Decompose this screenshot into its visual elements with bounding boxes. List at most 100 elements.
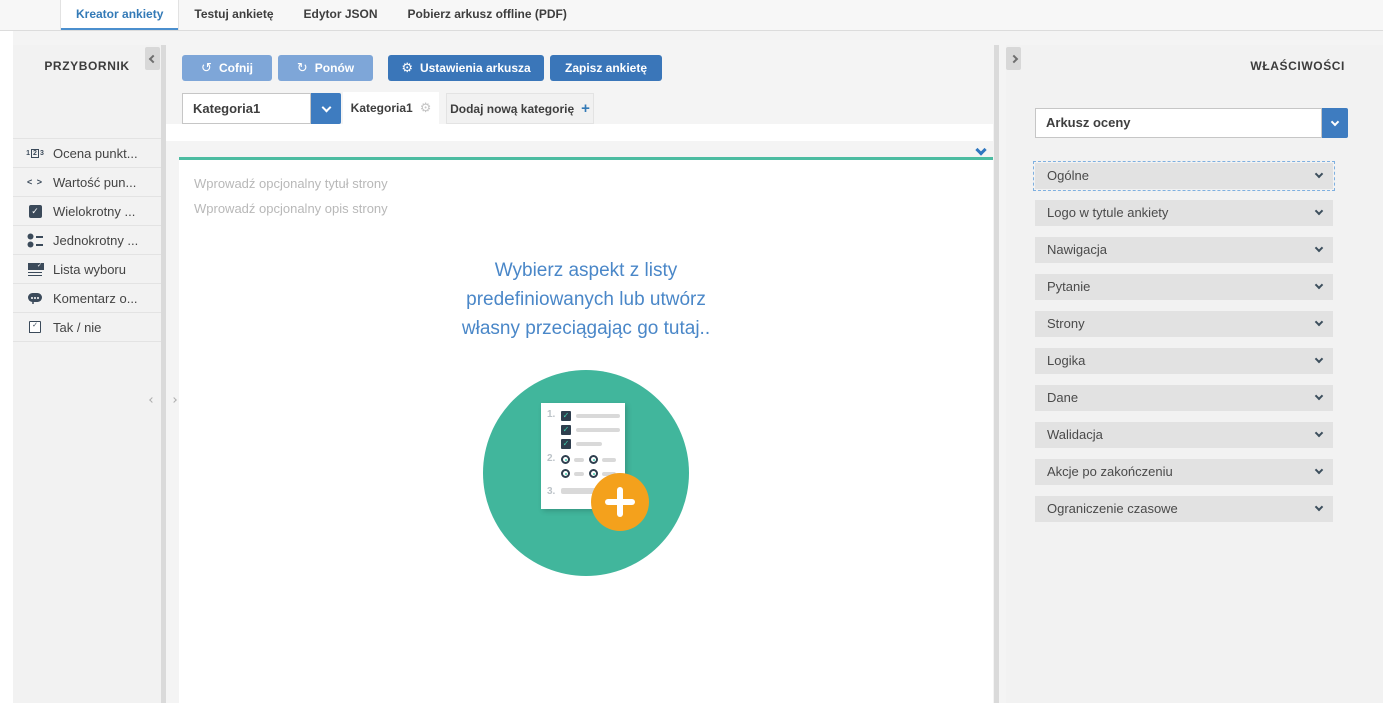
toolbox-item-label: Tak / nie bbox=[53, 320, 101, 335]
chevron-down-icon bbox=[1315, 281, 1323, 289]
main-tab-bar: Kreator ankiety Testuj ankietę Edytor JS… bbox=[0, 0, 1383, 31]
redo-button[interactable]: ↻ Ponów bbox=[278, 55, 373, 81]
category-select-arrow-button[interactable] bbox=[311, 93, 341, 124]
chevron-down-icon bbox=[1315, 355, 1323, 363]
redo-label: Ponów bbox=[315, 61, 354, 75]
toolbox-title: PRZYBORNIK bbox=[13, 45, 161, 73]
accordion-akcje-po-zakonczeniu[interactable]: Akcje po zakończeniu bbox=[1035, 459, 1333, 485]
chevron-down-icon bbox=[1315, 318, 1323, 326]
chevron-down-icon bbox=[1315, 466, 1323, 474]
empty-page-illustration: 1. 2. 3. bbox=[179, 160, 993, 709]
page-title-input[interactable]: Wprowadź opcjonalny tytuł strony bbox=[194, 176, 388, 191]
left-splitter[interactable] bbox=[161, 45, 166, 703]
accordion-label: Logo w tytule ankiety bbox=[1047, 205, 1168, 220]
chevron-right-icon bbox=[1009, 54, 1017, 62]
properties-title: WŁAŚCIWOŚCI bbox=[1250, 59, 1345, 73]
left-splitter-handle-icon[interactable] bbox=[150, 398, 176, 402]
rating-icon bbox=[26, 149, 44, 158]
undo-icon: ↺ bbox=[201, 60, 212, 76]
toolbox-item-komentarz[interactable]: Komentarz o... bbox=[13, 284, 161, 313]
accordion-logika[interactable]: Logika bbox=[1035, 348, 1333, 374]
accordion-ogolne[interactable]: Ogólne bbox=[1035, 163, 1333, 189]
toolbox-item-label: Lista wyboru bbox=[53, 262, 126, 277]
accordion-nawigacja[interactable]: Nawigacja bbox=[1035, 237, 1333, 263]
comment-icon bbox=[28, 292, 42, 305]
undo-button[interactable]: ↺ Cofnij bbox=[182, 55, 272, 81]
doc-radio-icon bbox=[561, 455, 570, 464]
tab-pobierz-arkusz-pdf[interactable]: Pobierz arkusz offline (PDF) bbox=[393, 0, 582, 30]
doc-checkbox-icon bbox=[561, 439, 571, 449]
toolbox-item-tak-nie[interactable]: Tak / nie bbox=[13, 313, 161, 342]
chevron-down-icon bbox=[1315, 429, 1323, 437]
chevron-left-icon bbox=[148, 54, 156, 62]
toolbox-item-wartosc-punktowa[interactable]: Wartość pun... bbox=[13, 168, 161, 197]
checkbox-icon bbox=[29, 205, 42, 218]
accordion-pytanie[interactable]: Pytanie bbox=[1035, 274, 1333, 300]
add-category-label: Dodaj nową kategorię bbox=[450, 102, 574, 116]
add-icon: + bbox=[581, 100, 590, 117]
tab-testuj-ankiete[interactable]: Testuj ankietę bbox=[179, 0, 288, 30]
save-label: Zapisz ankietę bbox=[565, 61, 647, 75]
selected-object-dropdown[interactable]: Arkusz oceny bbox=[1035, 108, 1348, 138]
survey-document-graphic: 1. 2. 3. bbox=[541, 403, 625, 509]
gear-icon: ⚙ bbox=[401, 60, 413, 76]
doc-radio-icon bbox=[561, 469, 570, 478]
survey-page-canvas[interactable]: Wprowadź opcjonalny tytuł strony Wprowad… bbox=[179, 157, 993, 709]
doc-checkbox-icon bbox=[561, 411, 571, 421]
category-tab-active[interactable]: Kategoria1 ⚙ bbox=[343, 92, 439, 124]
tab-kreator-ankiety[interactable]: Kreator ankiety bbox=[60, 0, 179, 30]
chevron-down-icon bbox=[321, 102, 331, 112]
chevron-down-icon bbox=[975, 144, 986, 155]
accordion-label: Walidacja bbox=[1047, 427, 1103, 442]
toolbox-collapse-button[interactable] bbox=[145, 47, 160, 70]
toolbox-item-label: Wartość pun... bbox=[53, 175, 136, 190]
toolbox-item-wielokrotny-wybor[interactable]: Wielokrotny ... bbox=[13, 197, 161, 226]
properties-panel: WŁAŚCIWOŚCI Arkusz oceny Ogólne Logo w t… bbox=[1006, 45, 1383, 703]
chevron-down-icon bbox=[1315, 392, 1323, 400]
add-category-tab[interactable]: Dodaj nową kategorię + bbox=[446, 93, 594, 124]
accordion-label: Strony bbox=[1047, 316, 1085, 331]
toolbox-item-lista-wyboru[interactable]: Lista wyboru bbox=[13, 255, 161, 284]
chevron-down-icon bbox=[1315, 503, 1323, 511]
settings-label: Ustawienia arkusza bbox=[420, 61, 531, 75]
survey-creator-app: Kreator ankiety Testuj ankietę Edytor JS… bbox=[0, 0, 1383, 709]
toolbox-item-label: Ocena punkt... bbox=[53, 146, 138, 161]
selected-object-arrow-button[interactable] bbox=[1322, 108, 1348, 138]
empty-page-message: Wybierz aspekt z listy predefiniowanych … bbox=[179, 256, 993, 343]
undo-label: Cofnij bbox=[219, 61, 253, 75]
dropdown-icon bbox=[28, 263, 42, 276]
chevron-down-icon bbox=[1315, 170, 1323, 178]
accordion-strony[interactable]: Strony bbox=[1035, 311, 1333, 337]
page-collapse-chevron[interactable] bbox=[977, 141, 993, 155]
redo-icon: ↻ bbox=[297, 60, 308, 76]
tab-content-strip bbox=[166, 124, 993, 141]
survey-settings-button[interactable]: ⚙ Ustawienia arkusza bbox=[388, 55, 544, 81]
accordion-label: Dane bbox=[1047, 390, 1078, 405]
properties-collapse-button[interactable] bbox=[1006, 47, 1021, 70]
toolbox-item-label: Wielokrotny ... bbox=[53, 204, 135, 219]
page-description-input[interactable]: Wprowadź opcjonalny opis strony bbox=[194, 201, 388, 216]
chevron-down-icon bbox=[1315, 244, 1323, 252]
tab-edytor-json[interactable]: Edytor JSON bbox=[289, 0, 393, 30]
category-select-value: Kategoria1 bbox=[193, 101, 260, 116]
radiogroup-icon bbox=[27, 233, 43, 247]
save-survey-button[interactable]: Zapisz ankietę bbox=[550, 55, 662, 81]
boolean-icon bbox=[29, 321, 41, 333]
accordion-logo-w-tytule[interactable]: Logo w tytule ankiety bbox=[1035, 200, 1333, 226]
toolbox-item-label: Jednokrotny ... bbox=[53, 233, 138, 248]
right-splitter[interactable] bbox=[994, 45, 999, 703]
category-tab-label: Kategoria1 bbox=[351, 101, 413, 115]
selected-object-value: Arkusz oceny bbox=[1035, 108, 1322, 138]
category-select[interactable]: Kategoria1 bbox=[182, 93, 311, 124]
accordion-walidacja[interactable]: Walidacja bbox=[1035, 422, 1333, 448]
accordion-label: Nawigacja bbox=[1047, 242, 1107, 257]
toolbox-item-ocena-punktowa[interactable]: Ocena punkt... bbox=[13, 139, 161, 168]
doc-number: 2. bbox=[547, 453, 555, 464]
category-gear-icon[interactable]: ⚙ bbox=[420, 100, 432, 116]
empty-page-message-line: własny przeciągając go tutaj.. bbox=[179, 314, 993, 343]
toolbox-panel: PRZYBORNIK Ocena punkt... Wartość pun...… bbox=[13, 45, 161, 703]
empty-page-message-line: predefiniowanych lub utwórz bbox=[179, 285, 993, 314]
accordion-ograniczenie-czasowe[interactable]: Ograniczenie czasowe bbox=[1035, 496, 1333, 522]
toolbox-item-jednokrotny-wybor[interactable]: Jednokrotny ... bbox=[13, 226, 161, 255]
accordion-dane[interactable]: Dane bbox=[1035, 385, 1333, 411]
